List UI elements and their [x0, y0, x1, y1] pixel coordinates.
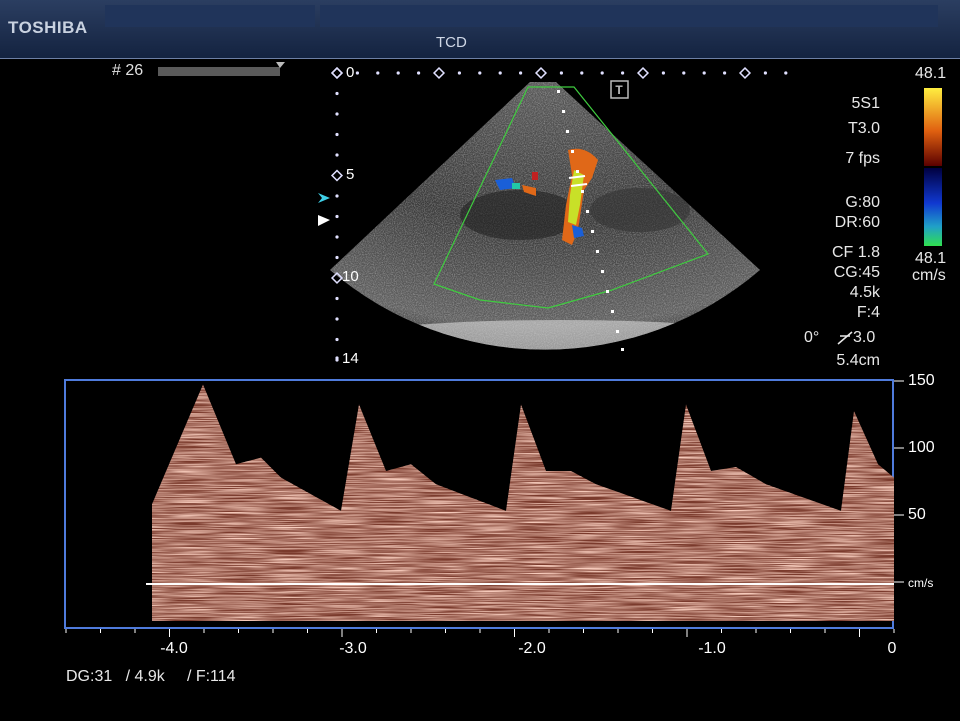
time-label: -3.0: [339, 640, 367, 657]
time-label: 0: [887, 640, 897, 657]
time-label: -2.0: [518, 640, 546, 657]
doppler-settings: DG:31 / 4.9k / F:114: [66, 668, 236, 685]
time-label: -4.0: [160, 640, 188, 657]
time-label: -1.0: [698, 640, 726, 657]
time-axis: [65, 629, 895, 637]
